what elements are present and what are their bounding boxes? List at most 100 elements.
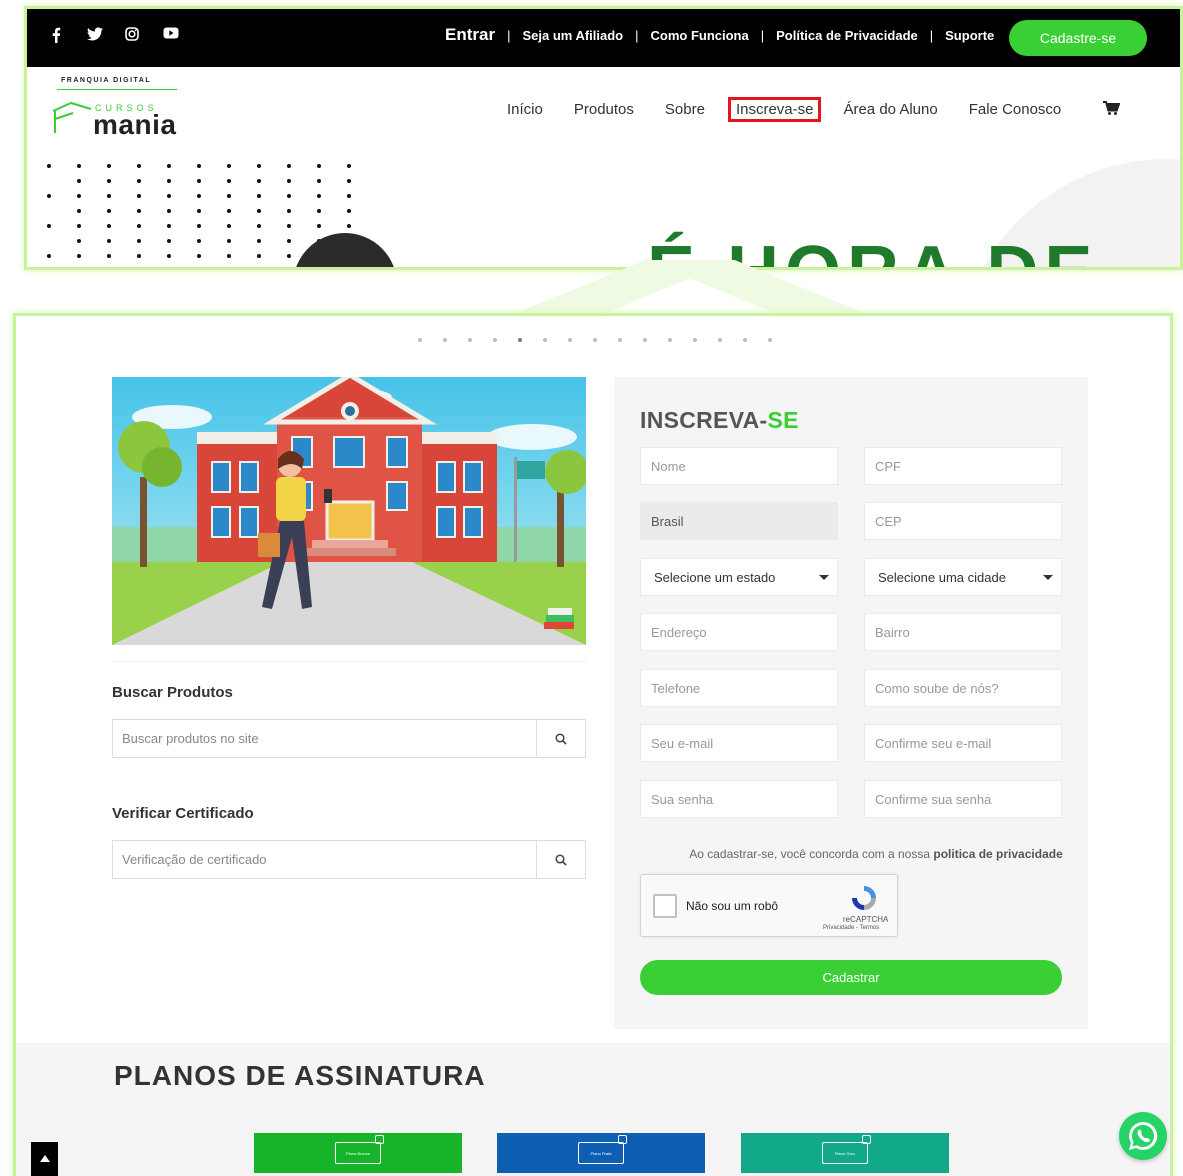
country-field[interactable]: [640, 502, 838, 540]
search-products-box: [112, 719, 586, 758]
pattern-dot: [347, 179, 351, 183]
recaptcha-checkbox[interactable]: [653, 894, 677, 918]
nav-item-inscreva-se[interactable]: Inscreva-se: [727, 97, 822, 122]
slider-dot[interactable]: [618, 338, 622, 342]
slider-dot[interactable]: [768, 338, 772, 342]
nav-item-sobre[interactable]: Sobre: [665, 101, 705, 118]
pattern-dot: [77, 194, 81, 198]
separator: |: [635, 27, 639, 43]
slider-dot[interactable]: [493, 338, 497, 342]
form-title-highlight: SE: [767, 407, 799, 433]
whatsapp-button[interactable]: [1119, 1112, 1167, 1160]
name-field[interactable]: [640, 447, 838, 485]
slider-dot[interactable]: [518, 338, 522, 342]
recaptcha-links[interactable]: Privacidade - Termos: [823, 925, 879, 931]
submit-signup-button[interactable]: Cadastrar: [640, 960, 1062, 995]
plan-ouro-card[interactable]: Plano Ouro: [741, 1133, 949, 1173]
pattern-dot: [47, 254, 51, 258]
slider-dot[interactable]: [418, 338, 422, 342]
signup-top-button[interactable]: Cadastre-se: [1009, 20, 1147, 56]
pattern-dot: [77, 164, 81, 168]
search-products-input[interactable]: [113, 720, 536, 757]
lock-icon: [375, 1135, 384, 1144]
instagram-icon[interactable]: [125, 27, 141, 43]
slider-dot[interactable]: [693, 338, 697, 342]
affiliate-link[interactable]: Seja um Afiliado: [522, 28, 623, 43]
site-logo[interactable]: FRANQUIA DIGITAL CURSOS mania: [39, 77, 179, 141]
verify-certificate-button[interactable]: [536, 841, 585, 878]
pattern-dot: [287, 179, 291, 183]
back-to-top-button[interactable]: [31, 1142, 58, 1176]
referral-field[interactable]: [864, 669, 1062, 707]
email-field[interactable]: [640, 724, 838, 762]
pattern-dot: [77, 179, 81, 183]
confirm-password-field[interactable]: [864, 780, 1062, 818]
address-field[interactable]: [640, 613, 838, 651]
site-header-screenshot: Entrar | Seja um Afiliado | Como Funcion…: [24, 6, 1183, 270]
slider-dot[interactable]: [643, 338, 647, 342]
pattern-dot: [287, 194, 291, 198]
slider-dot[interactable]: [743, 338, 747, 342]
verify-certificate-input[interactable]: [113, 841, 536, 878]
separator: |: [760, 27, 765, 43]
pattern-dot: [287, 254, 291, 258]
verify-certificate-box: [112, 840, 586, 879]
nav-item-produtos[interactable]: Produtos: [574, 101, 634, 118]
slider-dot[interactable]: [568, 338, 572, 342]
nav-item-fale-conosco[interactable]: Fale Conosco: [969, 101, 1062, 118]
slider-dot[interactable]: [543, 338, 547, 342]
city-select[interactable]: Selecione uma cidade: [864, 558, 1062, 596]
cart-icon[interactable]: [1103, 101, 1121, 121]
pattern-dot: [227, 254, 231, 258]
slider-dot[interactable]: [593, 338, 597, 342]
pattern-dot: [197, 209, 201, 213]
confirm-email-field[interactable]: [864, 724, 1062, 762]
search-products-button[interactable]: [536, 720, 585, 757]
neighborhood-field[interactable]: [864, 613, 1062, 651]
slider-dot[interactable]: [668, 338, 672, 342]
pattern-dot: [317, 179, 321, 183]
phone-field[interactable]: [640, 669, 838, 707]
how-it-works-link[interactable]: Como Funciona: [651, 28, 749, 43]
pattern-dot: [107, 254, 111, 258]
password-field[interactable]: [640, 780, 838, 818]
state-select[interactable]: Selecione um estado: [640, 558, 838, 596]
slider-dot[interactable]: [718, 338, 722, 342]
cpf-field[interactable]: [864, 447, 1062, 485]
privacy-policy-link[interactable]: Política de Privacidade: [776, 28, 918, 43]
top-links: Entrar | Seja um Afiliado | Como Funcion…: [445, 25, 994, 45]
facebook-icon[interactable]: [49, 27, 65, 43]
search-icon: [555, 853, 567, 866]
plan-bronze-card[interactable]: Plano Bronze: [254, 1133, 462, 1173]
pattern-dot: [167, 239, 171, 243]
pattern-dot: [107, 209, 111, 213]
cep-field[interactable]: [864, 502, 1062, 540]
pattern-dot: [107, 179, 111, 183]
pattern-dot: [197, 239, 201, 243]
pattern-dot: [287, 164, 291, 168]
pattern-dot: [287, 209, 291, 213]
signup-page-screenshot: Buscar Produtos Verificar Certificado IN…: [13, 313, 1173, 1176]
nav-item-inicio[interactable]: Início: [507, 101, 543, 118]
logo-book-icon: [52, 101, 92, 133]
search-icon: [555, 732, 567, 745]
slider-dot[interactable]: [468, 338, 472, 342]
pattern-dot: [167, 209, 171, 213]
slider-pagination: [418, 338, 772, 342]
twitter-icon[interactable]: [87, 27, 103, 43]
terms-privacy-link[interactable]: politica de privacidade: [933, 847, 1062, 861]
pattern-dot: [317, 209, 321, 213]
support-link[interactable]: Suporte: [945, 28, 994, 43]
login-link[interactable]: Entrar: [445, 25, 495, 45]
pattern-dot: [77, 239, 81, 243]
pattern-dot: [227, 179, 231, 183]
pattern-dot: [137, 209, 141, 213]
plan-prata-card[interactable]: Plano Prata: [497, 1133, 705, 1173]
verify-certificate-heading: Verificar Certificado: [112, 805, 254, 822]
nav-item-area-do-aluno[interactable]: Área do Aluno: [843, 101, 937, 118]
slider-dot[interactable]: [443, 338, 447, 342]
youtube-icon[interactable]: [163, 27, 179, 43]
pattern-dot: [317, 164, 321, 168]
pattern-dot: [77, 254, 81, 258]
pattern-dot: [47, 224, 51, 228]
